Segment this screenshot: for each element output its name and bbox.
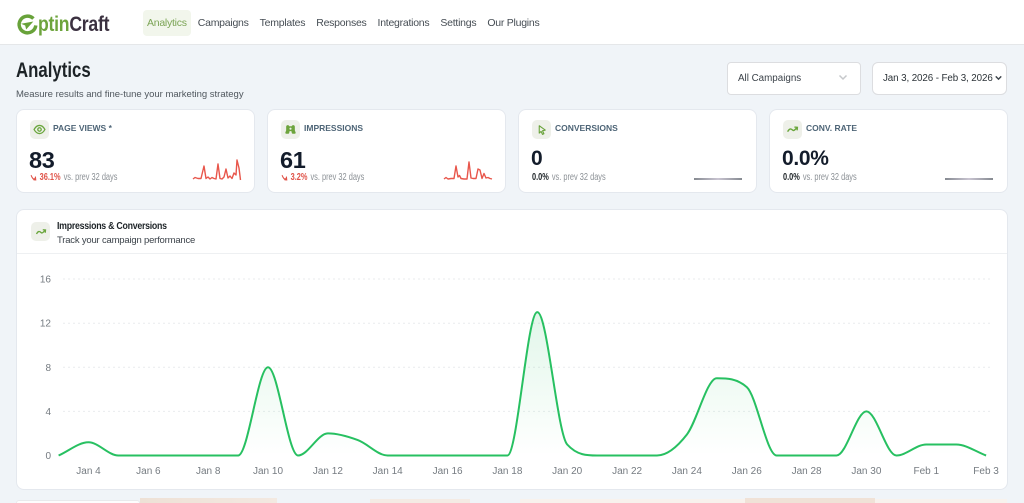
svg-text:Jan 4: Jan 4 xyxy=(76,466,101,477)
svg-text:Jan 20: Jan 20 xyxy=(552,466,582,477)
svg-text:Jan 28: Jan 28 xyxy=(792,466,822,477)
svg-text:Jan 26: Jan 26 xyxy=(732,466,762,477)
svg-text:Feb 3: Feb 3 xyxy=(973,466,999,477)
svg-text:0: 0 xyxy=(45,451,51,462)
svg-text:Jan 14: Jan 14 xyxy=(373,466,403,477)
svg-text:Feb 1: Feb 1 xyxy=(914,466,940,477)
svg-text:12: 12 xyxy=(40,319,52,330)
svg-text:16: 16 xyxy=(40,275,52,286)
svg-text:Jan 12: Jan 12 xyxy=(313,466,343,477)
svg-text:Jan 18: Jan 18 xyxy=(492,466,522,477)
svg-text:Jan 22: Jan 22 xyxy=(612,466,642,477)
svg-text:Jan 6: Jan 6 xyxy=(136,466,161,477)
svg-text:Jan 16: Jan 16 xyxy=(433,466,463,477)
svg-text:Jan 8: Jan 8 xyxy=(196,466,221,477)
svg-text:Jan 30: Jan 30 xyxy=(851,466,881,477)
svg-text:8: 8 xyxy=(45,363,51,374)
svg-text:Jan 10: Jan 10 xyxy=(253,466,283,477)
svg-text:4: 4 xyxy=(45,407,51,418)
svg-text:Jan 24: Jan 24 xyxy=(672,466,702,477)
